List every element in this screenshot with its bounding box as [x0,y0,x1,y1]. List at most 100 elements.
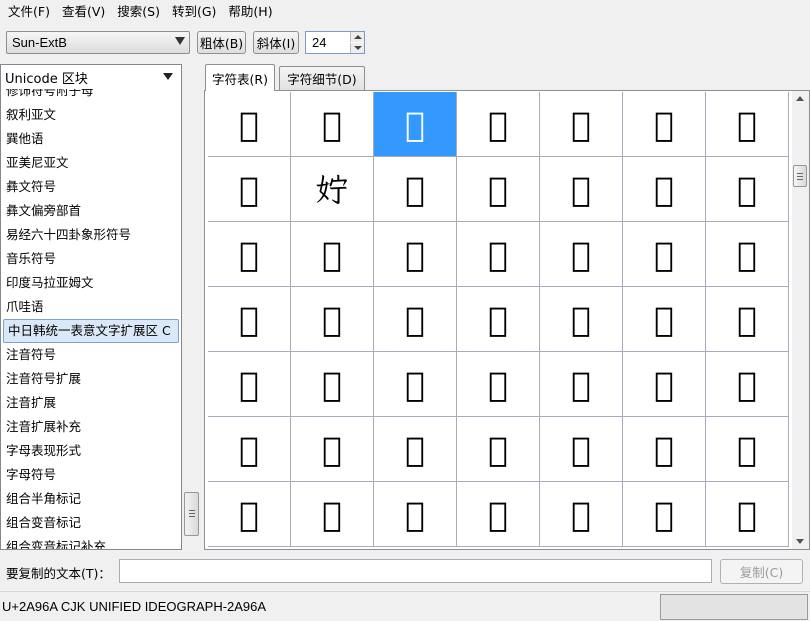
character-cell[interactable]: 𪥾 [291,287,374,352]
character-cell[interactable]: 𪥬 [540,92,623,157]
status-text: U+2A96A CJK UNIFIED IDEOGRAPH-2A96A [2,599,267,614]
character-cell[interactable]: 𪦔 [374,482,457,547]
font-size-value: 24 [312,35,327,50]
grid-scrollbar[interactable] [792,91,809,549]
character-cell[interactable]: 𪥺 [540,222,623,287]
block-list-item[interactable]: 彝文符号 [1,175,181,199]
menu-goto[interactable]: 转到(G) [166,0,222,24]
character-cell[interactable]: 𪥩 [291,92,374,157]
character-grid[interactable]: 𪥨𪥩𪥪𪥫𪥬𪥭𪥮 𪥯𪥰𪥱𪥲𪥳𪥴𪥵 𪥶𪥷𪥸𪥹𪥺𪥻𪥼 𪥽𪥾𪥿𪦀𪦁𪦂𪦃 𪦄𪦅𪦆𪦇𪦈𪦉𪦊 𪦋𪦌𪦍𪦎𪦏… [208,92,792,548]
block-list-item[interactable]: 亚美尼亚文 [1,151,181,175]
copy-text-input[interactable] [119,559,712,583]
character-cell[interactable]: 𪥹 [457,222,540,287]
character-cell[interactable]: 𪥽 [208,287,291,352]
character-cell[interactable]: 𪦀 [457,287,540,352]
character-cell[interactable]: 𪥭 [623,92,706,157]
character-cell[interactable]: 𪥻 [623,222,706,287]
character-cell[interactable]: 𪥵 [706,157,789,222]
copy-button[interactable]: 复制(C) [720,559,803,584]
character-cell[interactable]: 𪦋 [208,417,291,482]
character-cell[interactable]: 𪥪 [374,92,457,157]
character-cell[interactable]: 𪥱 [374,157,457,222]
block-list-item[interactable]: 音乐符号 [1,247,181,271]
scroll-up-icon[interactable] [796,96,804,101]
block-list-item[interactable]: 注音符号 [1,343,181,367]
font-select[interactable]: Sun-ExtB [6,31,190,54]
font-size-spinbox[interactable]: 24 [305,31,365,54]
menu-help[interactable]: 帮助(H) [222,0,278,24]
character-cell[interactable]: 𪦉 [623,352,706,417]
toolbar: Sun-ExtB 粗体(B) 斜体(I) 24 [0,28,810,58]
character-cell[interactable]: 𪥼 [706,222,789,287]
block-list-item[interactable]: 中日韩统一表意文字扩展区 C [3,319,179,343]
scroll-down-icon[interactable] [796,539,804,544]
spin-down-icon[interactable] [350,43,364,53]
character-cell[interactable]: 𪦈 [540,352,623,417]
block-list-item[interactable]: 注音符号扩展 [1,367,181,391]
menu-search[interactable]: 搜索(S) [111,0,166,24]
menu-view[interactable]: 查看(V) [56,0,111,24]
character-cell[interactable]: 𪥯 [208,157,291,222]
menu-file[interactable]: 文件(F) [2,0,56,24]
grid-scrollbar-thumb[interactable] [793,165,807,187]
scrollbar-thumb[interactable] [184,492,199,536]
bold-button[interactable]: 粗体(B) [197,31,246,54]
block-type-label: Unicode 区块 [5,71,88,87]
spin-up-icon[interactable] [350,32,364,42]
block-list-item[interactable]: 彝文偏旁部首 [1,199,181,223]
character-cell[interactable]: 𪥸 [374,222,457,287]
character-cell[interactable]: 𪥨 [208,92,291,157]
character-cell[interactable]: 𪦁 [540,287,623,352]
character-cell[interactable]: 𪥲 [457,157,540,222]
character-cell[interactable]: 𪥿 [374,287,457,352]
character-cell[interactable]: 𪦎 [457,417,540,482]
character-grid-frame: 𪥨𪥩𪥪𪥫𪥬𪥭𪥮 𪥯𪥰𪥱𪥲𪥳𪥴𪥵 𪥶𪥷𪥸𪥹𪥺𪥻𪥼 𪥽𪥾𪥿𪦀𪦁𪦂𪦃 𪦄𪦅𪦆𪦇𪦈𪦉𪦊 𪦋𪦌𪦍𪦎𪦏… [204,90,810,550]
character-cell[interactable]: 𪦐 [623,417,706,482]
character-cell[interactable]: 𪦕 [457,482,540,547]
block-list-scrollbar[interactable] [183,64,200,550]
character-cell[interactable]: 𪦖 [540,482,623,547]
character-cell[interactable]: 𪦊 [706,352,789,417]
block-list-item[interactable]: 组合半角标记 [1,487,181,511]
character-cell[interactable]: 𪦇 [457,352,540,417]
block-list-item[interactable]: 字母符号 [1,463,181,487]
character-cell[interactable]: 𪦌 [291,417,374,482]
character-cell[interactable]: 𪦒 [208,482,291,547]
block-list[interactable]: 修饰符号附子母 叙利亚文 巽他语 亚美尼亚文 彝文符号 彝文偏旁部首 易经六十四卦象形符号音… [1,89,181,549]
block-list-item[interactable]: 修饰符号附子母 [1,89,181,103]
block-list-item[interactable]: 易经六十四卦象形符号 [1,223,181,247]
character-cell[interactable]: 𪦅 [291,352,374,417]
block-panel: Unicode 区块 修饰符号附子母 叙利亚文 巽他语 亚美尼亚文 彝文符号 彝文偏旁部首… [0,64,182,550]
tab-character-table[interactable]: 字符表(R) [205,64,275,91]
character-cell[interactable]: 𪥶 [208,222,291,287]
italic-button[interactable]: 斜体(I) [253,31,299,54]
block-list-item[interactable]: 组合变音标记 [1,511,181,535]
character-cell[interactable]: 𪦂 [623,287,706,352]
character-cell[interactable]: 𪦃 [706,287,789,352]
chevron-down-icon [175,37,185,45]
character-cell[interactable]: 𪥰 [291,157,374,222]
character-cell[interactable]: 𪦘 [706,482,789,547]
block-list-item[interactable]: 组合变音标记补充 [1,535,181,549]
tab-character-details[interactable]: 字符细节(D) [279,66,365,90]
character-cell[interactable]: 𪥴 [623,157,706,222]
character-cell[interactable]: 𪦆 [374,352,457,417]
character-cell[interactable]: 𪦑 [706,417,789,482]
character-cell[interactable]: 𪦏 [540,417,623,482]
character-cell[interactable]: 𪦄 [208,352,291,417]
block-type-dropdown[interactable]: Unicode 区块 [1,65,181,89]
block-list-item[interactable]: 巽他语 [1,127,181,151]
character-cell[interactable]: 𪦗 [623,482,706,547]
character-cell[interactable]: 𪥮 [706,92,789,157]
block-list-item[interactable]: 爪哇语 [1,295,181,319]
block-list-item[interactable]: 叙利亚文 [1,103,181,127]
block-list-item[interactable]: 印度马拉亚姆文 [1,271,181,295]
character-cell[interactable]: 𪥷 [291,222,374,287]
character-cell[interactable]: 𪥳 [540,157,623,222]
block-list-item[interactable]: 注音扩展 [1,391,181,415]
character-cell[interactable]: 𪥫 [457,92,540,157]
character-cell[interactable]: 𪦍 [374,417,457,482]
block-list-item[interactable]: 字母表现形式 [1,439,181,463]
character-cell[interactable]: 𪦓 [291,482,374,547]
block-list-item[interactable]: 注音扩展补充 [1,415,181,439]
